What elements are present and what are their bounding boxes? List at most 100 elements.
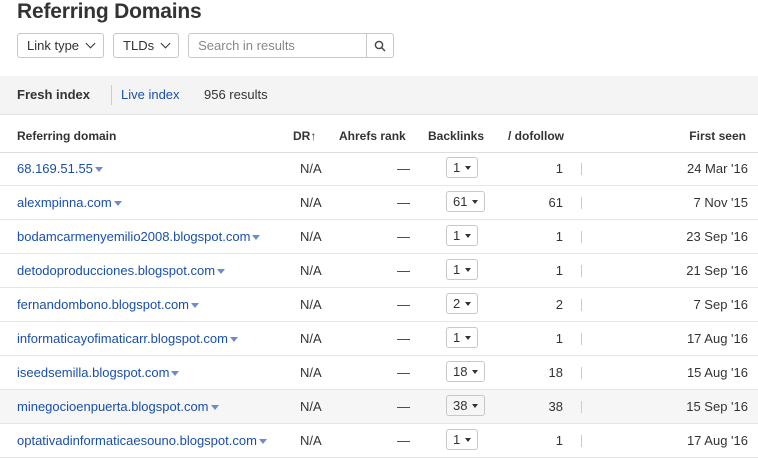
table-row: bodamcarmenyemilio2008.blogspot.com N/A … [0,220,758,254]
backlinks-dropdown[interactable]: 2 [446,293,479,314]
domain-name: optativadinformaticaesouno.blogspot.com [17,433,257,448]
caret-down-icon [465,267,472,272]
first-seen-value: 23 Sep '16 [686,229,748,244]
first-seen-value: 17 Aug '16 [686,433,748,448]
link-type-dropdown[interactable]: Link type [17,33,105,58]
col-dr[interactable]: DR↑ [293,129,316,143]
tab-divider [111,85,112,105]
page-title: Referring Domains [17,0,202,23]
caret-down-icon [472,369,479,374]
caret-down-icon[interactable] [229,337,238,343]
backlinks-dropdown[interactable]: 1 [446,225,479,246]
first-seen-value: 7 Nov '15 [693,195,748,210]
backlinks-dropdown[interactable]: 61 [446,191,486,212]
dofollow-value: 18 [548,365,563,380]
ahrefs-rank-value: — [397,229,410,244]
dofollow-bar [581,435,582,447]
dr-value: N/A [300,297,322,312]
col-first-seen[interactable]: First seen [689,129,746,143]
backlinks-dropdown[interactable]: 18 [446,361,486,382]
ahrefs-rank-value: — [397,195,410,210]
referring-domain-link[interactable]: fernandombono.blogspot.com [17,297,200,312]
col-backlinks[interactable]: Backlinks [428,129,484,143]
dofollow-bar [581,163,582,175]
dr-value: N/A [300,433,322,448]
tab-fresh-index[interactable]: Fresh index [17,87,90,102]
filter-bar: Link type TLDs Search in results [17,33,395,58]
dofollow-bar [581,333,582,345]
caret-down-icon[interactable] [252,235,261,241]
caret-down-icon [472,199,479,204]
referring-domain-link[interactable]: 68.169.51.55 [17,161,103,176]
index-tabs-bar: Fresh index Live index 956 results [0,76,758,115]
dr-value: N/A [300,195,322,210]
domain-name: iseedsemilla.blogspot.com [17,365,170,380]
table-header: Referring domain DR↑ Ahrefs rank Backlin… [0,119,758,153]
chevron-down-icon [160,38,171,49]
first-seen-value: 7 Sep '16 [693,297,748,312]
col-dofollow[interactable]: / dofollow [508,129,564,143]
ahrefs-rank-value: — [397,399,410,414]
referring-domain-link[interactable]: alexmpinna.com [17,195,122,210]
referring-domain-link[interactable]: iseedsemilla.blogspot.com [17,365,180,380]
domain-name: alexmpinna.com [17,195,112,210]
caret-down-icon[interactable] [113,201,122,207]
dofollow-value: 38 [548,399,563,414]
ahrefs-rank-value: — [397,365,410,380]
referring-domain-link[interactable]: detodoproducciones.blogspot.com [17,263,226,278]
col-dr-label: DR [293,129,311,143]
col-referring-domain[interactable]: Referring domain [17,129,116,143]
col-ahrefs-rank[interactable]: Ahrefs rank [339,129,406,143]
caret-down-icon[interactable] [171,371,180,377]
backlinks-value: 1 [453,262,461,277]
search-group: Search in results [188,33,395,58]
caret-down-icon[interactable] [191,303,200,309]
dr-value: N/A [300,161,322,176]
caret-down-icon [465,233,472,238]
dr-value: N/A [300,229,322,244]
domain-name: bodamcarmenyemilio2008.blogspot.com [17,229,251,244]
domain-name: fernandombono.blogspot.com [17,297,190,312]
domain-name: minegocioenpuerta.blogspot.com [17,399,209,414]
table-row: detodoproducciones.blogspot.com N/A — 1 … [0,254,758,288]
dofollow-value: 61 [548,195,563,210]
link-type-label: Link type [27,38,80,53]
table-row: minegocioenpuerta.blogspot.com N/A — 38 … [0,390,758,424]
first-seen-value: 17 Aug '16 [686,331,748,346]
backlinks-dropdown[interactable]: 38 [446,395,486,416]
tlds-dropdown[interactable]: TLDs [113,33,180,58]
ahrefs-rank-value: — [397,433,410,448]
referring-domain-link[interactable]: informaticayofimaticarr.blogspot.com [17,331,238,346]
sort-arrow-icon: ↑ [310,129,317,143]
dofollow-value: 1 [555,433,563,448]
backlinks-dropdown[interactable]: 1 [446,327,479,348]
backlinks-dropdown[interactable]: 1 [446,259,479,280]
table-row: iseedsemilla.blogspot.com N/A — 18 18 15… [0,356,758,390]
caret-down-icon[interactable] [94,167,103,173]
referring-domain-link[interactable]: minegocioenpuerta.blogspot.com [17,399,219,414]
dofollow-value: 1 [555,229,563,244]
dofollow-bar [581,197,582,209]
search-button[interactable] [367,33,395,58]
search-input[interactable]: Search in results [188,33,368,58]
backlinks-value: 61 [453,194,468,209]
dofollow-bar [581,265,582,277]
caret-down-icon [465,335,472,340]
caret-down-icon[interactable] [210,405,219,411]
tab-live-index[interactable]: Live index [121,87,180,102]
domain-name: informaticayofimaticarr.blogspot.com [17,331,228,346]
table-row: 68.169.51.55 N/A — 1 1 24 Mar '16 [0,152,758,186]
first-seen-value: 15 Sep '16 [686,399,748,414]
ahrefs-rank-value: — [397,161,410,176]
referring-domain-link[interactable]: optativadinformaticaesouno.blogspot.com [17,433,267,448]
domain-name: 68.169.51.55 [17,161,93,176]
dofollow-value: 2 [555,297,563,312]
backlinks-value: 2 [453,296,461,311]
chevron-down-icon [85,38,96,49]
caret-down-icon[interactable] [217,269,226,275]
backlinks-dropdown[interactable]: 1 [446,157,479,178]
dofollow-bar [581,401,582,413]
backlinks-value: 1 [453,330,461,345]
ahrefs-rank-value: — [397,263,410,278]
referring-domain-link[interactable]: bodamcarmenyemilio2008.blogspot.com [17,229,261,244]
